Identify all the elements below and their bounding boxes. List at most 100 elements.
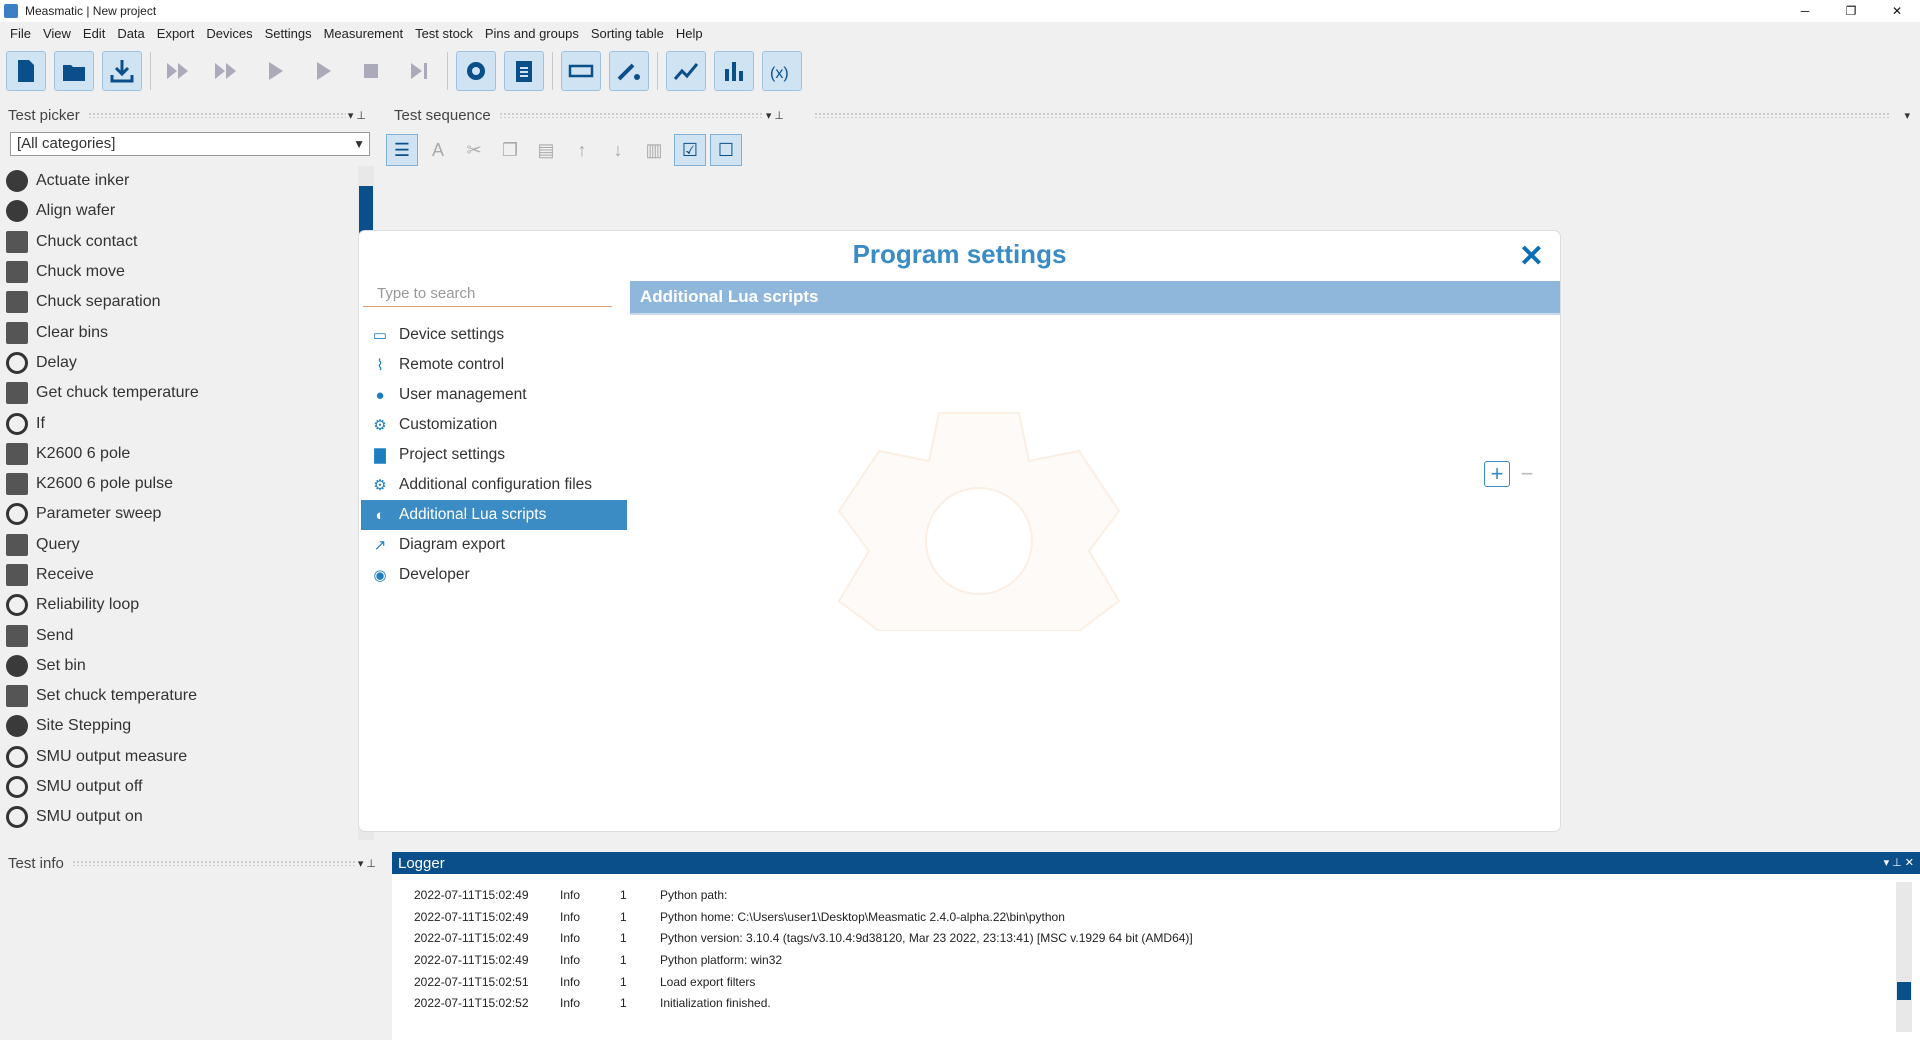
pin-icon[interactable]: ▾ ⊥ [348,109,366,122]
pin-icon[interactable]: ▾ ⊥ [358,857,376,870]
dock-grip[interactable] [87,112,346,118]
test-icon [6,776,28,799]
nav-user-management[interactable]: ● User management [361,380,627,410]
nav-remote-control[interactable]: ⌇ Remote control [361,350,627,380]
menu-file[interactable]: File [4,26,37,41]
list-item[interactable]: Delay [6,348,358,378]
close-icon[interactable]: ✕ [1519,239,1544,274]
menu-measurement[interactable]: Measurement [318,26,409,41]
menu-settings[interactable]: Settings [259,26,318,41]
list-item[interactable]: Align wafer [6,196,358,226]
nav-device-settings[interactable]: ▭ Device settings [361,320,627,350]
menu-devices[interactable]: Devices [200,26,258,41]
run-all-icon[interactable] [159,51,199,91]
list-item[interactable]: Parameter sweep [6,499,358,529]
dock-grip[interactable] [71,860,356,866]
nav-developer[interactable]: ◉ Developer [361,560,627,590]
stop-icon[interactable] [351,51,391,91]
bar-chart-icon[interactable] [714,51,754,91]
nav-additional-lua-scripts[interactable]: ◐ Additional Lua scripts [361,500,627,530]
download-icon[interactable] [102,51,142,91]
list-item[interactable]: Chuck move [6,257,358,287]
minimize-button[interactable]: ─ [1782,0,1828,22]
clipboard-icon[interactable] [504,51,544,91]
menu-help[interactable]: Help [670,26,709,41]
move-up-icon[interactable]: ↑ [566,134,598,166]
list-item[interactable]: K2600 6 pole pulse [6,469,358,499]
probe-icon[interactable] [609,51,649,91]
cut-icon[interactable]: ✂ [458,134,490,166]
list-item[interactable]: Chuck contact [6,227,358,257]
new-file-icon[interactable] [6,51,46,91]
list-item[interactable]: Site Stepping [6,711,358,741]
test-info-title: Test info [8,854,64,872]
test-info-header: Test info ▾ ⊥ [0,852,386,874]
open-folder-icon[interactable] [54,51,94,91]
menu-sorting-table[interactable]: Sorting table [585,26,670,41]
list-item[interactable]: Set bin [6,651,358,681]
rename-icon[interactable]: A [422,134,454,166]
list-item[interactable]: Set chuck temperature [6,681,358,711]
play-icon[interactable] [255,51,295,91]
dock-grip[interactable] [814,112,1890,118]
test-icon [6,321,28,344]
scrollbar-thumb[interactable] [1897,982,1911,1000]
pin-icon[interactable]: ▾ ⊥ [766,109,784,122]
restore-button[interactable]: ❐ [1828,0,1874,22]
add-script-button[interactable]: + [1484,461,1510,487]
move-down-icon[interactable]: ↓ [602,134,634,166]
delete-icon[interactable]: ▥ [638,134,670,166]
step-icon[interactable] [303,51,343,91]
window-title: Measmatic | New project [25,4,157,18]
log-table: 2022-07-11T15:02:49 Info 1 Python path: 202… [410,884,1880,1014]
list-item[interactable]: SMU output on [6,802,358,832]
list-item[interactable]: Receive [6,560,358,590]
category-select[interactable]: [All categories] ▼ [10,132,370,156]
skip-icon[interactable] [399,51,439,91]
menu-edit[interactable]: Edit [77,26,111,41]
run-next-icon[interactable] [207,51,247,91]
list-item[interactable]: Query [6,530,358,560]
list-item[interactable]: Get chuck temperature [6,378,358,408]
nav-customization[interactable]: ⚙ Customization [361,410,627,440]
dock-menu-icon[interactable]: ▾ [1904,109,1910,122]
logger-controls[interactable]: ▾ ⊥ ✕ [1884,856,1914,869]
list-item[interactable]: SMU output off [6,772,358,802]
variable-icon[interactable]: (x) [762,51,802,91]
list-item[interactable]: K2600 6 pole [6,439,358,469]
dock-grip[interactable] [498,112,764,118]
test-icon [6,715,28,738]
list-item[interactable]: Actuate inker [6,166,358,196]
remove-script-button[interactable]: − [1514,461,1540,487]
title-bar: Measmatic | New project ─ ❐ ✕ [0,0,1920,22]
logger-scrollbar[interactable] [1896,882,1912,1032]
menu-test-stock[interactable]: Test stock [409,26,479,41]
menu-pins-and-groups[interactable]: Pins and groups [479,26,585,41]
list-item[interactable]: SMU output measure [6,742,358,772]
list-item[interactable]: If [6,408,358,438]
nav-diagram-export[interactable]: ↗ Diagram export [361,530,627,560]
bug-icon: ◉ [373,567,387,584]
settings-search-input[interactable]: Type to search [363,281,612,307]
settings-icon[interactable] [456,51,496,91]
nav-additional-configuration-files[interactable]: ⚙ Additional configuration files [361,470,627,500]
list-item[interactable]: Clear bins [6,317,358,347]
nav-project-settings[interactable]: ▇ Project settings [361,440,627,470]
menu-view[interactable]: View [37,26,77,41]
test-icon [6,806,28,829]
test-sequence-title: Test sequence [394,106,491,124]
sequence-list-icon[interactable]: ☰ [386,134,418,166]
copy-icon[interactable]: ❐ [494,134,526,166]
uncheck-all-icon[interactable]: ☐ [710,134,742,166]
menu-export[interactable]: Export [151,26,201,41]
close-window-button[interactable]: ✕ [1874,0,1920,22]
line-chart-icon[interactable] [666,51,706,91]
list-item[interactable]: Reliability loop [6,590,358,620]
device-icon[interactable] [561,51,601,91]
paste-icon[interactable]: ▤ [530,134,562,166]
list-item[interactable]: Chuck separation [6,287,358,317]
list-item[interactable]: Send [6,620,358,650]
menu-bar: File View Edit Data Export Devices Setti… [0,22,1920,44]
check-all-icon[interactable]: ☑ [674,134,706,166]
menu-data[interactable]: Data [111,26,150,41]
